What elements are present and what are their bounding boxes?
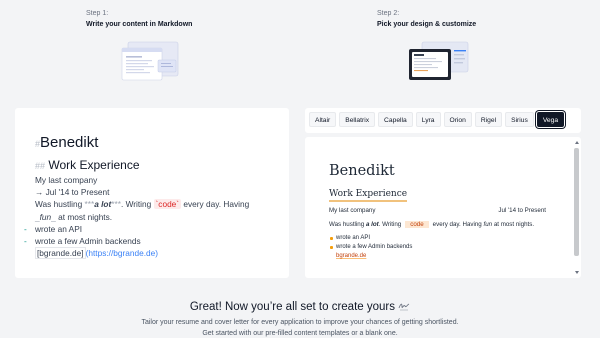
bullet-text: wrote an API [35,223,83,234]
text-was-hustling: Was hustling [35,199,83,210]
editor-bullet-2: - wrote a few Admin backends [24,235,269,247]
text-every-day: every day. Having [183,199,250,210]
preview-company: My last company [329,207,376,214]
step-1-number: Step 1: [86,10,109,17]
preview-bullet-1: wrote an API [329,234,546,243]
editor-company: My last company [35,175,98,185]
cta-description-line-2: Get started with our pre-filled content … [202,330,398,337]
preview-link[interactable]: bgrande.de [329,252,546,261]
preview-scrollbar[interactable] [574,141,579,274]
preview-date: Jul '14 to Present [498,207,546,214]
markdown-editor[interactable]: #Benedikt ## Work Experience My last com… [15,108,289,278]
theme-selector: Altair Bellatrix Capella Lyra Orion Rige… [305,108,581,133]
bold-text: a lot [94,199,112,210]
theme-tab-capella[interactable]: Capella [378,112,413,127]
editor-h2-line: ## Work Experience [35,157,269,174]
preview-bullet-list: wrote an API wrote a few Admin backends … [329,234,546,261]
bold-marker-open: *** [84,199,95,210]
preview-section-heading: Work Experience [329,188,408,202]
preview-text-4: at most nights. [493,221,535,228]
bullet-marker: - [24,223,27,234]
theme-tab-orion[interactable]: Orion [443,112,472,127]
cta-title: Great! Now you’re all set to create your… [0,300,600,314]
design-preview-illustration [409,41,469,80]
bullet-text: wrote a few Admin backends [35,236,141,247]
step-2-header: Step 2: Pick your design & customize [377,8,476,30]
scroll-down-icon[interactable] [574,271,579,274]
theme-tabs: Altair Bellatrix Capella Lyra Orion Rige… [309,112,565,127]
preview-company-row: My last company Jul '14 to Present [329,206,546,215]
scroll-up-icon[interactable] [574,141,579,144]
scrollbar-thumb[interactable] [574,148,579,256]
preview-text-3: every day. Having [432,221,482,228]
step-1-header: Step 1: Write your content in Markdown [86,8,192,30]
theme-tab-vega[interactable]: Vega [536,112,565,127]
preview-code: code [405,221,429,228]
link-url: (https://bgrande.de) [85,248,159,259]
cta-description-line-1: Tailor your resume and cover letter for … [141,319,459,326]
editor-date-line: → Jul '14 to Present [35,187,110,198]
h2-marker: ## [35,161,46,171]
theme-tab-sirius[interactable]: Sirius [505,112,534,127]
link-text: [bgrande.de] [35,247,86,260]
preview-italic: fun [483,221,493,228]
step-2-title: Pick your design & customize [377,21,477,28]
editor-paragraph-line-1: Was hustling ***a lot***. Writing `code`… [35,198,269,210]
preview-bullet-2: wrote a few Admin backends [329,243,546,252]
text-writing: . Writing [120,199,152,210]
step-1-title: Write your content in Markdown [86,21,193,28]
bullet-marker: - [24,236,27,247]
theme-tab-bellatrix[interactable]: Bellatrix [339,112,376,127]
cta-title-text: Great! Now you’re all set to create your… [189,301,395,313]
inline-code: `code` [153,199,182,210]
resume-preview[interactable]: Benedikt Work Experience My last company… [305,137,581,278]
em-marker-close: _ [51,211,56,222]
preview-paragraph: Was hustling a lot. Writing code every day… [329,220,546,229]
theme-tab-rigel[interactable]: Rigel [474,112,503,127]
markdown-editor-illustration [121,41,179,81]
preview-text-2: . Writing [378,221,402,228]
editor-name: Benedikt [40,134,99,151]
editor-link-line: [bgrande.de] (https://bgrande.de) [35,247,269,260]
bold-marker-close: *** [111,199,121,210]
preview-content: Benedikt Work Experience My last company… [329,162,546,261]
step-2-number: Step 2: [377,10,400,17]
editor-h1-line: #Benedikt [35,134,269,153]
editor-bullet-1: - wrote an API [24,223,269,235]
theme-tab-altair[interactable]: Altair [309,112,337,127]
preview-name: Benedikt [329,163,395,179]
editor-section: Work Experience [48,158,140,172]
em-text: fun [39,211,52,222]
preview-bold: a lot [365,221,379,228]
text-at-most: at most nights. [58,211,113,222]
theme-tab-lyra[interactable]: Lyra [415,112,441,127]
signature-icon [398,303,410,311]
editor-paragraph-line-2: _fun_ at most nights. [35,211,269,223]
preview-text-1: Was hustling [329,221,365,228]
